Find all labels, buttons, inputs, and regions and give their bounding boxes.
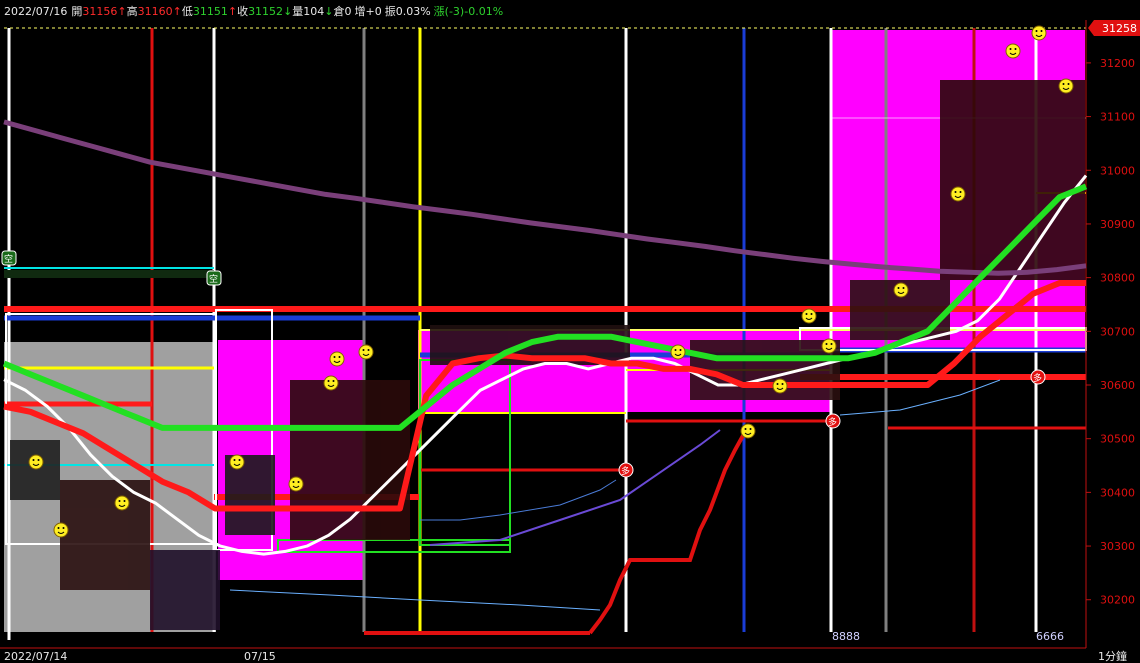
svg-text:多: 多	[1033, 372, 1042, 384]
smiley-signal-icon	[740, 423, 756, 439]
svg-text:空: 空	[4, 253, 13, 265]
smiley-signal-icon	[801, 308, 817, 324]
svg-text:多: 多	[621, 465, 630, 477]
x-mark-label: 8888	[832, 630, 860, 643]
price-tag-value: 31258	[1102, 22, 1137, 35]
sell-marker-icon: 空	[206, 270, 222, 286]
smiley-signal-icon	[1058, 78, 1074, 94]
smiley-signal-icon	[821, 338, 837, 354]
svg-text:空: 空	[209, 273, 218, 285]
x-tick-label: 07/15	[244, 650, 276, 663]
price-chart-svg[interactable]: 31200 31100 31000 30900 30800 30700 30600 30500…	[0, 0, 1140, 663]
smiley-signal-icon	[53, 522, 69, 538]
buy-marker-icon: 多	[1030, 369, 1046, 385]
chart-area[interactable]: 31200 31100 31000 30900 30800 30700 30600 30500…	[0, 0, 1140, 663]
x-tick-label: 2022/07/14	[4, 650, 67, 663]
y-tick-label: 30600	[1100, 379, 1135, 392]
y-tick-label: 30400	[1100, 486, 1135, 499]
y-axis: 31200 31100 31000 30900 30800 30700 30600 30500…	[1085, 20, 1135, 648]
y-tick-label: 30800	[1100, 272, 1135, 285]
smiley-signal-icon	[323, 375, 339, 391]
y-tick-label: 31100	[1100, 111, 1135, 124]
y-tick-label: 30500	[1100, 433, 1135, 446]
price-tag: 31258	[1088, 20, 1140, 36]
x-mark-label: 6666	[1036, 630, 1064, 643]
smiley-signal-icon	[229, 454, 245, 470]
y-tick-label: 30300	[1100, 540, 1135, 553]
y-tick-label: 30900	[1100, 218, 1135, 231]
smiley-signal-icon	[1031, 25, 1047, 41]
y-tick-label: 31000	[1100, 164, 1135, 177]
sell-marker-icon: 空	[1, 250, 17, 266]
smiley-signal-icon	[1005, 43, 1021, 59]
smiley-signal-icon	[950, 186, 966, 202]
smiley-signal-icon	[288, 476, 304, 492]
smiley-signal-icon	[670, 344, 686, 360]
smiley-signal-icon	[114, 495, 130, 511]
smiley-signal-icon	[772, 378, 788, 394]
smiley-signal-icon	[329, 351, 345, 367]
y-tick-label: 30700	[1100, 325, 1135, 338]
smiley-signal-icon	[893, 282, 909, 298]
smiley-signal-icon	[28, 454, 44, 470]
svg-text:多: 多	[828, 416, 837, 428]
timeframe-label[interactable]: 1分鐘	[1098, 649, 1127, 663]
smiley-signal-icon	[358, 344, 374, 360]
y-tick-label: 31200	[1100, 57, 1135, 70]
buy-marker-icon: 多	[618, 462, 634, 478]
y-tick-label: 30200	[1100, 594, 1135, 607]
buy-marker-icon: 多	[825, 413, 841, 429]
